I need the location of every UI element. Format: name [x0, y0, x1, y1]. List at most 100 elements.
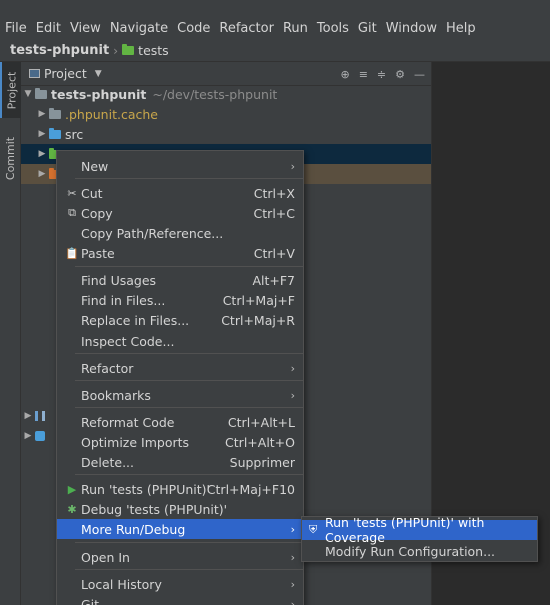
- libraries-icon: [35, 411, 45, 421]
- menu-item-label: Git: [81, 596, 100, 605]
- project-view-icon: [29, 69, 40, 78]
- tree-row-phpunit-cache[interactable]: ▶ .phpunit.cache: [21, 104, 431, 124]
- copy-icon: ⧉: [68, 206, 76, 219]
- menu-item-label: Replace in Files...: [81, 312, 190, 328]
- menu-item-debug-tests[interactable]: ✱ Debug 'tests (PHPUnit)': [57, 499, 303, 519]
- breadcrumb-folder[interactable]: tests: [138, 43, 169, 58]
- chevron-right-icon[interactable]: ▶: [35, 149, 49, 159]
- menu-item-shortcut: Ctrl+V: [253, 245, 295, 261]
- menu-item-replace-in-files[interactable]: Replace in Files... Ctrl+Maj+R: [57, 310, 303, 330]
- select-opened-file-icon[interactable]: ⊕: [340, 68, 349, 81]
- tree-row-src[interactable]: ▶ src: [21, 124, 431, 144]
- menu-navigate[interactable]: Navigate: [107, 21, 171, 36]
- menu-item-delete[interactable]: Delete... Supprimer: [57, 452, 303, 472]
- menu-item-reformat-code[interactable]: Reformat Code Ctrl+Alt+L: [57, 412, 303, 432]
- panel-toolbar: ⊕ ≡ ≑ ⚙ —: [340, 62, 425, 86]
- menu-item-copy-path[interactable]: Copy Path/Reference...: [57, 223, 303, 243]
- menu-item-modify-run-configuration[interactable]: Modify Run Configuration...: [302, 541, 537, 561]
- menu-item-open-in[interactable]: Open In ›: [57, 547, 303, 567]
- menu-item-bookmarks[interactable]: Bookmarks ›: [57, 385, 303, 405]
- folder-icon: [35, 87, 47, 99]
- more-run-debug-submenu: ⛨ Run 'tests (PHPUnit)' with Coverage Mo…: [301, 515, 538, 562]
- menu-item-paste[interactable]: 📋 Paste Ctrl+V: [57, 243, 303, 263]
- menu-file[interactable]: File: [2, 21, 30, 36]
- menu-item-optimize-imports[interactable]: Optimize Imports Ctrl+Alt+O: [57, 432, 303, 452]
- tool-tab-project-label: Project: [5, 71, 19, 109]
- scissors-icon: ✂: [67, 186, 77, 200]
- breadcrumb: tests-phpunit › tests: [0, 40, 550, 62]
- menu-item-git[interactable]: Git ›: [57, 594, 303, 605]
- menu-item-shortcut: Supprimer: [229, 454, 295, 470]
- menu-item-run-with-coverage[interactable]: ⛨ Run 'tests (PHPUnit)' with Coverage: [302, 515, 537, 545]
- tree-item-label: src: [65, 126, 84, 142]
- menu-item-new[interactable]: New ›: [57, 156, 303, 176]
- folder-icon: [49, 127, 61, 139]
- menu-help[interactable]: Help: [443, 21, 479, 36]
- tree-row-root[interactable]: ▼ tests-phpunit ~/dev/tests-phpunit: [21, 84, 431, 104]
- menu-separator: [75, 569, 303, 570]
- menu-item-shortcut: Ctrl+C: [253, 205, 295, 221]
- folder-icon: [122, 44, 135, 55]
- chevron-down-icon[interactable]: ▼: [95, 69, 102, 79]
- menu-item-run-tests[interactable]: ▶ Run 'tests (PHPUnit)' Ctrl+Maj+F10: [57, 479, 303, 499]
- menu-git[interactable]: Git: [355, 21, 380, 36]
- menu-item-find-usages[interactable]: Find Usages Alt+F7: [57, 270, 303, 290]
- menu-item-refactor[interactable]: Refactor ›: [57, 358, 303, 378]
- menu-item-copy[interactable]: ⧉ Copy Ctrl+C: [57, 203, 303, 223]
- menu-item-label: Find Usages: [81, 272, 157, 288]
- menu-item-label: More Run/Debug: [81, 521, 186, 537]
- menu-item-shortcut: Ctrl+Maj+F: [222, 292, 295, 308]
- menu-item-label: Local History: [81, 576, 162, 592]
- menu-item-label: Inspect Code...: [81, 333, 175, 349]
- panel-title[interactable]: Project: [44, 66, 87, 81]
- context-menu: New › ✂ Cut Ctrl+X ⧉ Copy Ctrl+C Copy Pa…: [56, 150, 304, 605]
- menu-item-cut[interactable]: ✂ Cut Ctrl+X: [57, 183, 303, 203]
- submenu-arrow-icon: ›: [290, 577, 295, 591]
- scratches-icon: [35, 431, 45, 441]
- folder-icon: [49, 107, 61, 119]
- menu-item-more-run-debug[interactable]: More Run/Debug ›: [57, 519, 303, 539]
- tool-tab-project[interactable]: Project: [0, 62, 21, 118]
- hide-icon[interactable]: —: [414, 68, 425, 81]
- tool-tab-commit-label: Commit: [4, 136, 17, 180]
- menu-item-label: Delete...: [81, 454, 134, 470]
- clipboard-icon: 📋: [65, 246, 79, 260]
- menu-item-shortcut: Ctrl+Alt+L: [227, 414, 295, 430]
- breadcrumb-project[interactable]: tests-phpunit: [10, 43, 109, 58]
- chevron-right-icon[interactable]: ▶: [35, 169, 49, 179]
- chevron-right-icon[interactable]: ▶: [35, 109, 49, 119]
- chevron-down-icon[interactable]: ▼: [21, 89, 35, 99]
- submenu-arrow-icon: ›: [290, 361, 295, 375]
- menu-item-inspect-code[interactable]: Inspect Code...: [57, 331, 303, 351]
- tree-root-name: tests-phpunit: [51, 86, 147, 102]
- submenu-arrow-icon: ›: [290, 597, 295, 605]
- menu-item-local-history[interactable]: Local History ›: [57, 574, 303, 594]
- gear-icon[interactable]: ⚙: [395, 68, 405, 81]
- menu-item-find-in-files[interactable]: Find in Files... Ctrl+Maj+F: [57, 290, 303, 310]
- menu-separator: [75, 353, 303, 354]
- menu-refactor[interactable]: Refactor: [216, 21, 277, 36]
- menu-item-label: Paste: [81, 245, 115, 261]
- chevron-right-icon[interactable]: ▶: [21, 431, 35, 441]
- menu-code[interactable]: Code: [174, 21, 213, 36]
- panel-header: Project ▼ ⊕ ≡ ≑ ⚙ —: [21, 62, 431, 86]
- menu-view[interactable]: View: [67, 21, 104, 36]
- tool-tab-commit[interactable]: Commit: [0, 128, 21, 188]
- chevron-right-icon[interactable]: ▶: [21, 411, 35, 421]
- menu-edit[interactable]: Edit: [33, 21, 64, 36]
- tree-item-label: .phpunit.cache: [65, 106, 158, 122]
- menu-window[interactable]: Window: [383, 21, 440, 36]
- breadcrumb-separator-icon: ›: [113, 43, 119, 58]
- menu-item-shortcut: Ctrl+X: [253, 185, 295, 201]
- chevron-right-icon[interactable]: ▶: [35, 129, 49, 139]
- menu-item-label: Find in Files...: [81, 292, 166, 308]
- expand-all-icon[interactable]: ≡: [359, 68, 368, 81]
- menu-item-shortcut: Ctrl+Maj+R: [221, 312, 295, 328]
- tree-root-path: ~/dev/tests-phpunit: [152, 86, 278, 102]
- collapse-all-icon[interactable]: ≑: [377, 68, 386, 81]
- submenu-arrow-icon: ›: [290, 159, 295, 173]
- menu-run[interactable]: Run: [280, 21, 311, 36]
- menu-tools[interactable]: Tools: [314, 21, 352, 36]
- run-icon: ▶: [67, 482, 77, 496]
- menu-separator: [75, 542, 303, 543]
